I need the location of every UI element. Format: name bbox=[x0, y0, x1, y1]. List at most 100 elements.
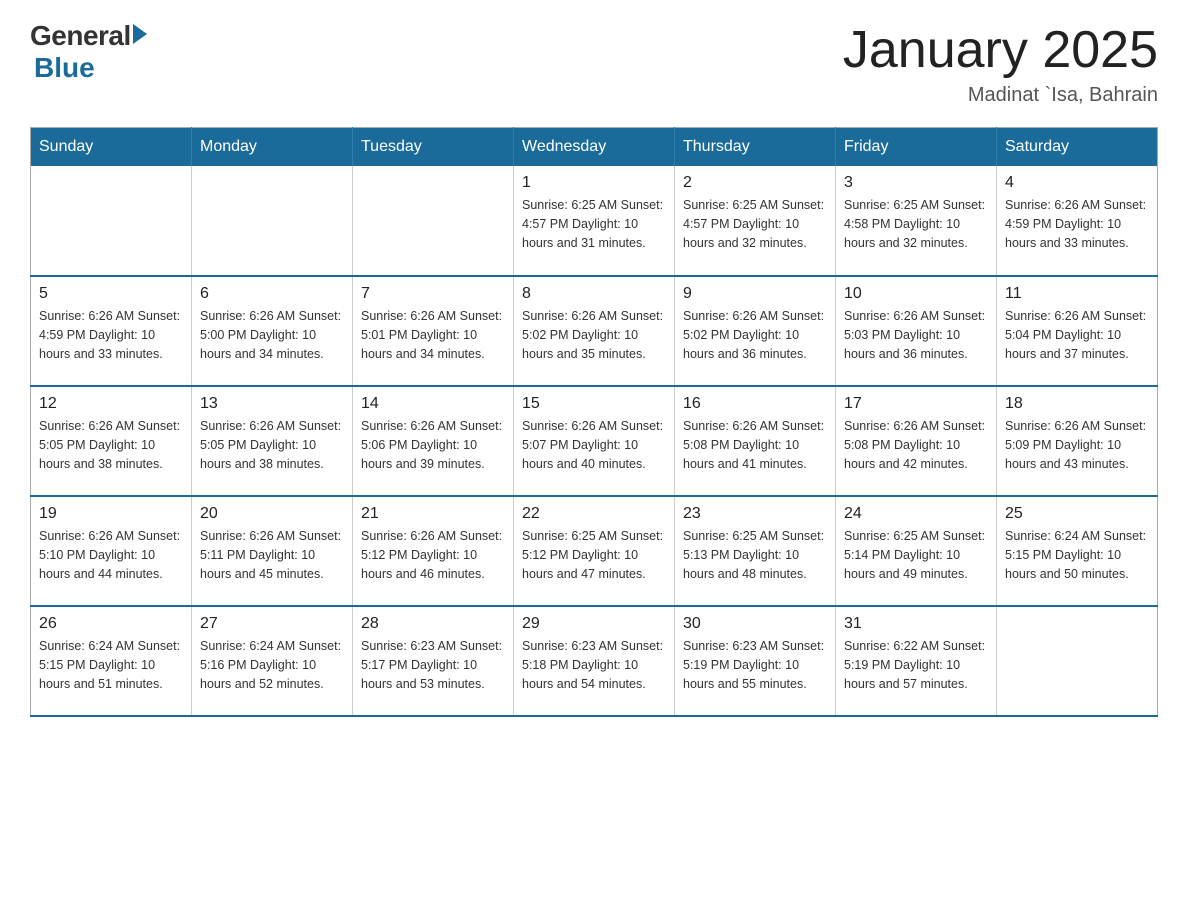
day-info: Sunrise: 6:26 AM Sunset: 5:01 PM Dayligh… bbox=[361, 307, 505, 363]
calendar-cell: 24 Sunrise: 6:25 AM Sunset: 5:14 PM Dayli… bbox=[836, 496, 997, 606]
day-info: Sunrise: 6:26 AM Sunset: 5:02 PM Dayligh… bbox=[683, 307, 827, 363]
day-number: 8 bbox=[522, 285, 666, 303]
calendar-cell: 16Sunrise: 6:26 AM Sunset: 5:08 PM Dayli… bbox=[675, 386, 836, 496]
calendar-cell: 26 Sunrise: 6:24 AM Sunset: 5:15 PM Dayli… bbox=[31, 606, 192, 716]
calendar-cell: 30Sunrise: 6:23 AM Sunset: 5:19 PM Dayli… bbox=[675, 606, 836, 716]
day-info: Sunrise: 6:26 AM Sunset: 5:12 PM Dayligh… bbox=[361, 527, 505, 583]
day-info: Sunrise: 6:26 AM Sunset: 4:59 PM Dayligh… bbox=[39, 307, 183, 363]
calendar-cell: 13Sunrise: 6:26 AM Sunset: 5:05 PM Dayli… bbox=[192, 386, 353, 496]
day-number: 10 bbox=[844, 285, 988, 303]
calendar-cell: 29Sunrise: 6:23 AM Sunset: 5:18 PM Dayli… bbox=[514, 606, 675, 716]
calendar-header-sunday: Sunday bbox=[31, 128, 192, 167]
logo-arrow-icon bbox=[133, 24, 147, 44]
day-info: Sunrise: 6:25 AM Sunset: 4:57 PM Dayligh… bbox=[683, 196, 827, 252]
day-info: Sunrise: 6:25 AM Sunset: 5:13 PM Dayligh… bbox=[683, 527, 827, 583]
calendar-cell: 22Sunrise: 6:25 AM Sunset: 5:12 PM Dayli… bbox=[514, 496, 675, 606]
calendar-header-saturday: Saturday bbox=[997, 128, 1158, 167]
day-number: 23 bbox=[683, 505, 827, 523]
day-info: Sunrise: 6:26 AM Sunset: 5:11 PM Dayligh… bbox=[200, 527, 344, 583]
calendar-cell: 18 Sunrise: 6:26 AM Sunset: 5:09 PM Dayli… bbox=[997, 386, 1158, 496]
calendar-cell bbox=[353, 166, 514, 276]
day-info: Sunrise: 6:22 AM Sunset: 5:19 PM Dayligh… bbox=[844, 637, 988, 693]
calendar-cell: 27 Sunrise: 6:24 AM Sunset: 5:16 PM Dayli… bbox=[192, 606, 353, 716]
day-info: Sunrise: 6:26 AM Sunset: 5:05 PM Dayligh… bbox=[200, 417, 344, 473]
day-number: 15 bbox=[522, 395, 666, 413]
day-info: Sunrise: 6:26 AM Sunset: 5:04 PM Dayligh… bbox=[1005, 307, 1149, 363]
calendar-cell: 10 Sunrise: 6:26 AM Sunset: 5:03 PM Dayli… bbox=[836, 276, 997, 386]
day-info: Sunrise: 6:23 AM Sunset: 5:17 PM Dayligh… bbox=[361, 637, 505, 693]
calendar-cell: 19 Sunrise: 6:26 AM Sunset: 5:10 PM Dayli… bbox=[31, 496, 192, 606]
calendar-cell: 31 Sunrise: 6:22 AM Sunset: 5:19 PM Dayli… bbox=[836, 606, 997, 716]
day-info: Sunrise: 6:26 AM Sunset: 5:00 PM Dayligh… bbox=[200, 307, 344, 363]
day-number: 19 bbox=[39, 505, 183, 523]
day-info: Sunrise: 6:25 AM Sunset: 4:58 PM Dayligh… bbox=[844, 196, 988, 252]
calendar-cell: 1Sunrise: 6:25 AM Sunset: 4:57 PM Daylig… bbox=[514, 166, 675, 276]
day-number: 5 bbox=[39, 285, 183, 303]
calendar-week-row: 19 Sunrise: 6:26 AM Sunset: 5:10 PM Dayli… bbox=[31, 496, 1158, 606]
calendar-week-row: 26 Sunrise: 6:24 AM Sunset: 5:15 PM Dayli… bbox=[31, 606, 1158, 716]
day-number: 28 bbox=[361, 615, 505, 633]
calendar-header-monday: Monday bbox=[192, 128, 353, 167]
title-area: January 2025 Madinat `Isa, Bahrain bbox=[843, 20, 1158, 107]
calendar-header-row: SundayMondayTuesdayWednesdayThursdayFrid… bbox=[31, 128, 1158, 167]
calendar-cell: 9 Sunrise: 6:26 AM Sunset: 5:02 PM Daylig… bbox=[675, 276, 836, 386]
calendar-cell: 14Sunrise: 6:26 AM Sunset: 5:06 PM Dayli… bbox=[353, 386, 514, 496]
calendar-cell bbox=[997, 606, 1158, 716]
calendar-week-row: 12Sunrise: 6:26 AM Sunset: 5:05 PM Dayli… bbox=[31, 386, 1158, 496]
day-number: 20 bbox=[200, 505, 344, 523]
day-info: Sunrise: 6:26 AM Sunset: 5:03 PM Dayligh… bbox=[844, 307, 988, 363]
day-number: 16 bbox=[683, 395, 827, 413]
day-info: Sunrise: 6:24 AM Sunset: 5:16 PM Dayligh… bbox=[200, 637, 344, 693]
day-info: Sunrise: 6:25 AM Sunset: 5:12 PM Dayligh… bbox=[522, 527, 666, 583]
calendar-week-row: 5 Sunrise: 6:26 AM Sunset: 4:59 PM Daylig… bbox=[31, 276, 1158, 386]
calendar-cell: 4Sunrise: 6:26 AM Sunset: 4:59 PM Daylig… bbox=[997, 166, 1158, 276]
day-info: Sunrise: 6:26 AM Sunset: 5:07 PM Dayligh… bbox=[522, 417, 666, 473]
day-number: 27 bbox=[200, 615, 344, 633]
location-subtitle: Madinat `Isa, Bahrain bbox=[843, 84, 1158, 107]
day-number: 2 bbox=[683, 174, 827, 192]
logo-general-text: General bbox=[30, 20, 131, 52]
calendar-cell: 2 Sunrise: 6:25 AM Sunset: 4:57 PM Daylig… bbox=[675, 166, 836, 276]
day-info: Sunrise: 6:25 AM Sunset: 5:14 PM Dayligh… bbox=[844, 527, 988, 583]
day-number: 9 bbox=[683, 285, 827, 303]
calendar-cell: 25 Sunrise: 6:24 AM Sunset: 5:15 PM Dayli… bbox=[997, 496, 1158, 606]
day-info: Sunrise: 6:26 AM Sunset: 5:02 PM Dayligh… bbox=[522, 307, 666, 363]
day-info: Sunrise: 6:26 AM Sunset: 5:09 PM Dayligh… bbox=[1005, 417, 1149, 473]
calendar-cell: 21 Sunrise: 6:26 AM Sunset: 5:12 PM Dayli… bbox=[353, 496, 514, 606]
calendar-cell: 11 Sunrise: 6:26 AM Sunset: 5:04 PM Dayli… bbox=[997, 276, 1158, 386]
day-number: 21 bbox=[361, 505, 505, 523]
day-info: Sunrise: 6:23 AM Sunset: 5:18 PM Dayligh… bbox=[522, 637, 666, 693]
day-info: Sunrise: 6:24 AM Sunset: 5:15 PM Dayligh… bbox=[39, 637, 183, 693]
calendar-header-tuesday: Tuesday bbox=[353, 128, 514, 167]
calendar-cell: 23 Sunrise: 6:25 AM Sunset: 5:13 PM Dayli… bbox=[675, 496, 836, 606]
logo: General Blue bbox=[30, 20, 147, 84]
day-number: 25 bbox=[1005, 505, 1149, 523]
calendar-cell: 17Sunrise: 6:26 AM Sunset: 5:08 PM Dayli… bbox=[836, 386, 997, 496]
day-number: 3 bbox=[844, 174, 988, 192]
day-number: 1 bbox=[522, 174, 666, 192]
day-info: Sunrise: 6:26 AM Sunset: 4:59 PM Dayligh… bbox=[1005, 196, 1149, 252]
day-info: Sunrise: 6:26 AM Sunset: 5:10 PM Dayligh… bbox=[39, 527, 183, 583]
day-info: Sunrise: 6:23 AM Sunset: 5:19 PM Dayligh… bbox=[683, 637, 827, 693]
page-header: General Blue January 2025 Madinat `Isa, … bbox=[30, 20, 1158, 107]
calendar-cell: 12Sunrise: 6:26 AM Sunset: 5:05 PM Dayli… bbox=[31, 386, 192, 496]
calendar-cell: 7 Sunrise: 6:26 AM Sunset: 5:01 PM Daylig… bbox=[353, 276, 514, 386]
calendar-cell: 28 Sunrise: 6:23 AM Sunset: 5:17 PM Dayli… bbox=[353, 606, 514, 716]
day-number: 6 bbox=[200, 285, 344, 303]
day-number: 18 bbox=[1005, 395, 1149, 413]
day-number: 24 bbox=[844, 505, 988, 523]
day-number: 31 bbox=[844, 615, 988, 633]
month-title: January 2025 bbox=[843, 20, 1158, 80]
calendar-table: SundayMondayTuesdayWednesdayThursdayFrid… bbox=[30, 127, 1158, 717]
calendar-cell: 6 Sunrise: 6:26 AM Sunset: 5:00 PM Daylig… bbox=[192, 276, 353, 386]
day-number: 26 bbox=[39, 615, 183, 633]
calendar-cell bbox=[192, 166, 353, 276]
day-info: Sunrise: 6:26 AM Sunset: 5:06 PM Dayligh… bbox=[361, 417, 505, 473]
day-info: Sunrise: 6:26 AM Sunset: 5:05 PM Dayligh… bbox=[39, 417, 183, 473]
calendar-cell: 3 Sunrise: 6:25 AM Sunset: 4:58 PM Daylig… bbox=[836, 166, 997, 276]
day-number: 11 bbox=[1005, 285, 1149, 303]
day-number: 7 bbox=[361, 285, 505, 303]
day-info: Sunrise: 6:24 AM Sunset: 5:15 PM Dayligh… bbox=[1005, 527, 1149, 583]
day-info: Sunrise: 6:26 AM Sunset: 5:08 PM Dayligh… bbox=[844, 417, 988, 473]
calendar-cell bbox=[31, 166, 192, 276]
